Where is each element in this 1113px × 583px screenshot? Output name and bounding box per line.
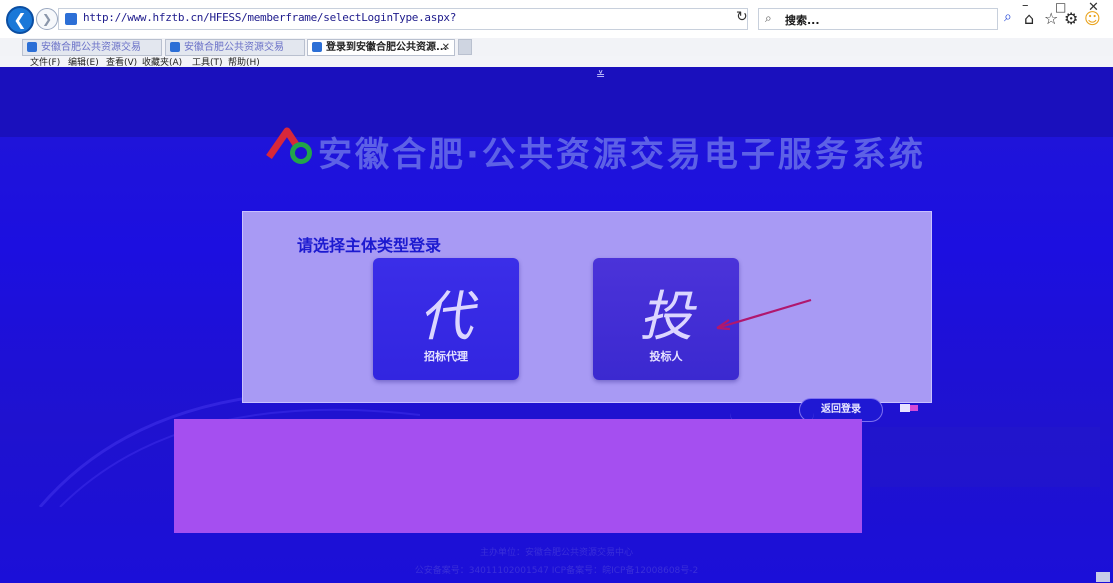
page-favicon-icon (65, 13, 77, 25)
tab-label: 安徽合肥公共资源交易 (41, 42, 141, 53)
tab-label: 安徽合肥公共资源交易 (184, 42, 284, 53)
login-type-panel: 请选择主体类型登录 代 招标代理 投 投标人 返回登录 (242, 211, 932, 422)
minimize-icon[interactable]: – (1022, 0, 1029, 13)
site-title: 安徽合肥·公共资源交易电子服务系统 (318, 135, 926, 175)
tab-favicon-icon (170, 42, 180, 52)
tab-login-active[interactable]: 登录到安徽合肥公共资源... ✕ (307, 39, 455, 56)
corner-widget (1096, 572, 1110, 582)
panel-title: 请选择主体类型登录 (297, 236, 442, 255)
navigation-bar: ❮ ❯ http://www.hfztb.cn/HFESS/memberfram… (0, 0, 1113, 38)
bidder-label: 投标人 (649, 350, 683, 363)
search-box[interactable]: ⌕ 搜索... (758, 8, 998, 30)
tab-close-icon[interactable]: ✕ (442, 40, 450, 55)
tab-hefei-1[interactable]: 安徽合肥公共资源交易 (22, 39, 162, 56)
scroll-hint-icon: ≚ (596, 69, 606, 82)
render-artifact (900, 404, 910, 412)
tab-hefei-2[interactable]: 安徽合肥公共资源交易 (165, 39, 305, 56)
tab-favicon-icon (27, 42, 37, 52)
maximize-icon[interactable]: □ (1055, 0, 1066, 14)
tab-label: 登录到安徽合肥公共资源... (326, 42, 448, 53)
new-tab-button[interactable] (458, 39, 472, 55)
logo-icon (266, 127, 312, 164)
agency-label: 招标代理 (424, 350, 468, 363)
search-engine-icon: ⌕ (765, 11, 772, 25)
back-icon[interactable]: ❮ (6, 6, 34, 34)
close-icon[interactable]: ✕ (1088, 0, 1099, 15)
browser-chrome: ❮ ❯ http://www.hfztb.cn/HFESS/memberfram… (0, 0, 1113, 68)
footer-organizer: 主办单位：安徽合肥公共资源交易中心 (479, 548, 633, 558)
tab-strip: 安徽合肥公共资源交易 安徽合肥公共资源交易 登录到安徽合肥公共资源... ✕ (0, 38, 1113, 56)
search-icon[interactable]: ⌕ (1004, 9, 1012, 25)
refresh-icon[interactable]: ↻ (736, 9, 748, 25)
render-artifact (910, 405, 918, 411)
forward-icon[interactable]: ❯ (36, 8, 58, 30)
annotation-arrow-icon (716, 298, 812, 331)
lower-content-panel (174, 419, 862, 533)
address-bar[interactable]: http://www.hfztb.cn/HFESS/memberframe/se… (58, 8, 748, 30)
page-content: ≚ 安徽合肥·公共资源交易电子服务系统 请选择主体类型登录 代 招标代理 投 投… (0, 67, 1113, 583)
footer-registration: 公安备案号：34011102001547 ICP备案号：皖ICP备1200860… (414, 566, 699, 576)
tab-favicon-icon (312, 42, 322, 52)
url-text[interactable]: http://www.hfztb.cn/HFESS/memberframe/se… (83, 11, 456, 24)
agency-glyph-icon: 代 (419, 285, 473, 348)
agency-login-card[interactable]: 代 招标代理 (373, 258, 519, 380)
search-placeholder: 搜索... (785, 14, 820, 27)
